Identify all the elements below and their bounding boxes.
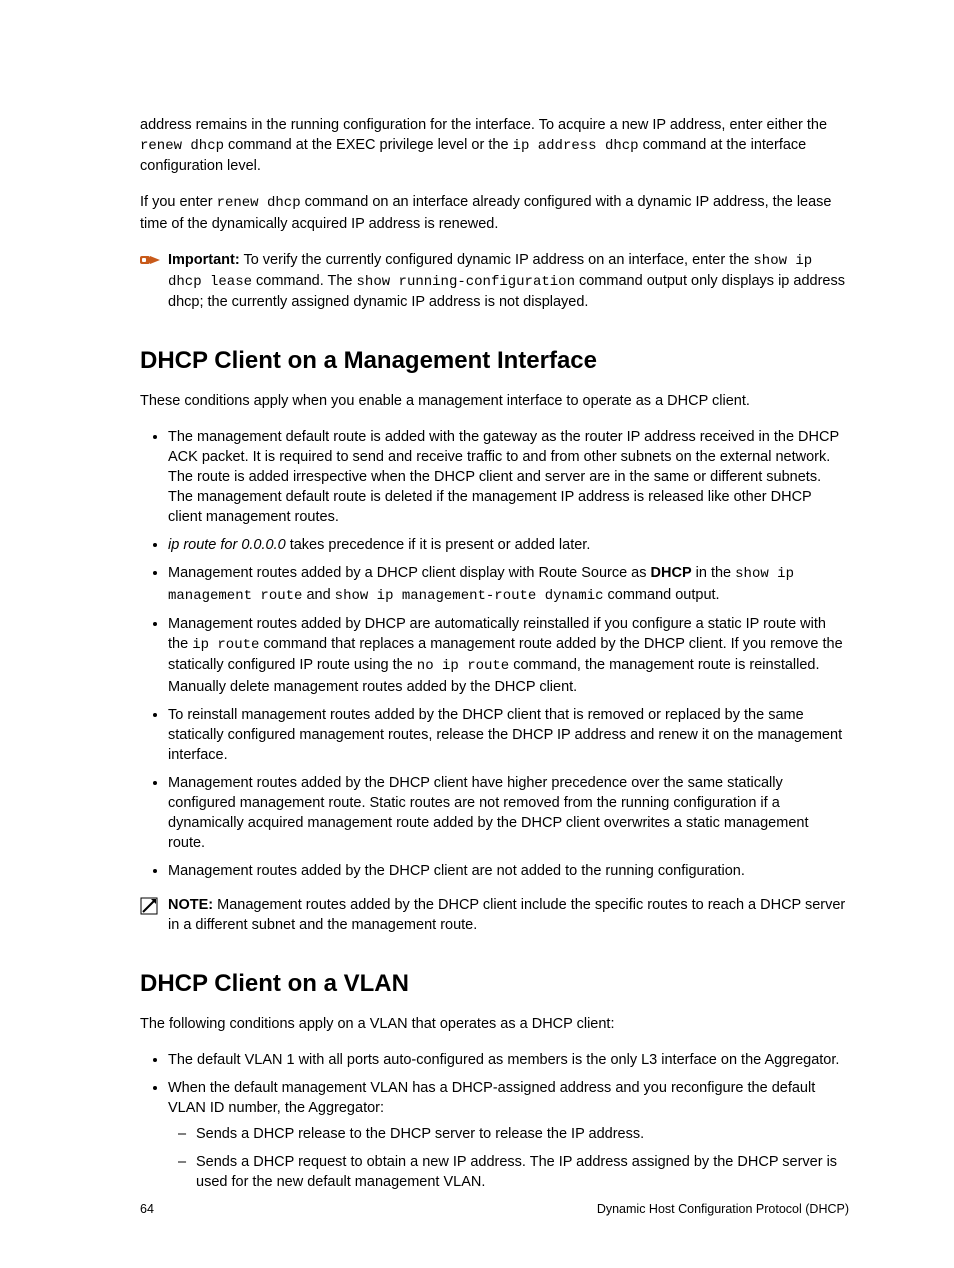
page-content: address remains in the running configura… [0,0,954,1268]
intro-paragraph-1: address remains in the running configura… [140,115,849,176]
section-heading-vlan: DHCP Client on a VLAN [140,967,849,1000]
section2-sublist: Sends a DHCP release to the DHCP server … [168,1124,849,1192]
list-item: The management default route is added wi… [168,427,849,527]
section-heading-management: DHCP Client on a Management Interface [140,344,849,377]
section2-list: The default VLAN 1 with all ports auto-c… [140,1050,849,1192]
list-item: The default VLAN 1 with all ports auto-c… [168,1050,849,1070]
text: Management routes added by the DHCP clie… [168,897,845,933]
code: renew dhcp [217,195,301,211]
code: show running-configuration [357,274,575,290]
code: show ip management-route dynamic [335,588,604,604]
code: no ip route [417,658,509,674]
list-item: Management routes added by the DHCP clie… [168,861,849,881]
text-italic: ip route for 0.0.0.0 [168,537,286,553]
text: command. The [252,273,357,289]
code: ip route [192,637,259,653]
text: When the default management VLAN has a D… [168,1080,815,1116]
text: command at the EXEC privilege level or t… [224,137,513,153]
text: and [302,587,334,603]
list-item: When the default management VLAN has a D… [168,1078,849,1192]
list-item: Management routes added by DHCP are auto… [168,614,849,697]
note-icon [140,895,168,915]
text: in the [692,565,736,581]
important-icon [140,250,168,268]
list-item: Sends a DHCP request to obtain a new IP … [196,1152,849,1192]
list-item: ip route for 0.0.0.0 takes precedence if… [168,535,849,555]
footer-title: Dynamic Host Configuration Protocol (DHC… [597,1201,849,1218]
note-label: NOTE: [168,897,213,913]
list-item: Management routes added by the DHCP clie… [168,773,849,853]
note-body: NOTE: Management routes added by the DHC… [168,895,849,935]
text: address remains in the running configura… [140,117,827,133]
code: ip address dhcp [513,138,639,154]
text: To verify the currently configured dynam… [240,252,754,268]
section1-intro: These conditions apply when you enable a… [140,391,849,411]
text-bold: DHCP [651,565,692,581]
list-item: To reinstall management routes added by … [168,705,849,765]
important-label: Important: [168,252,240,268]
list-item: Sends a DHCP release to the DHCP server … [196,1124,849,1144]
text: Management routes added by a DHCP client… [168,565,651,581]
intro-paragraph-2: If you enter renew dhcp command on an in… [140,192,849,233]
list-item: Management routes added by a DHCP client… [168,563,849,606]
text: takes precedence if it is present or add… [286,537,591,553]
page-footer: 64 Dynamic Host Configuration Protocol (… [140,1201,849,1218]
important-callout: Important: To verify the currently confi… [140,250,849,313]
page-number: 64 [140,1201,154,1218]
section2-intro: The following conditions apply on a VLAN… [140,1014,849,1034]
important-body: Important: To verify the currently confi… [168,250,849,313]
section1-list: The management default route is added wi… [140,427,849,880]
code: renew dhcp [140,138,224,154]
note-callout: NOTE: Management routes added by the DHC… [140,895,849,935]
text: If you enter [140,194,217,210]
text: command output. [604,587,720,603]
